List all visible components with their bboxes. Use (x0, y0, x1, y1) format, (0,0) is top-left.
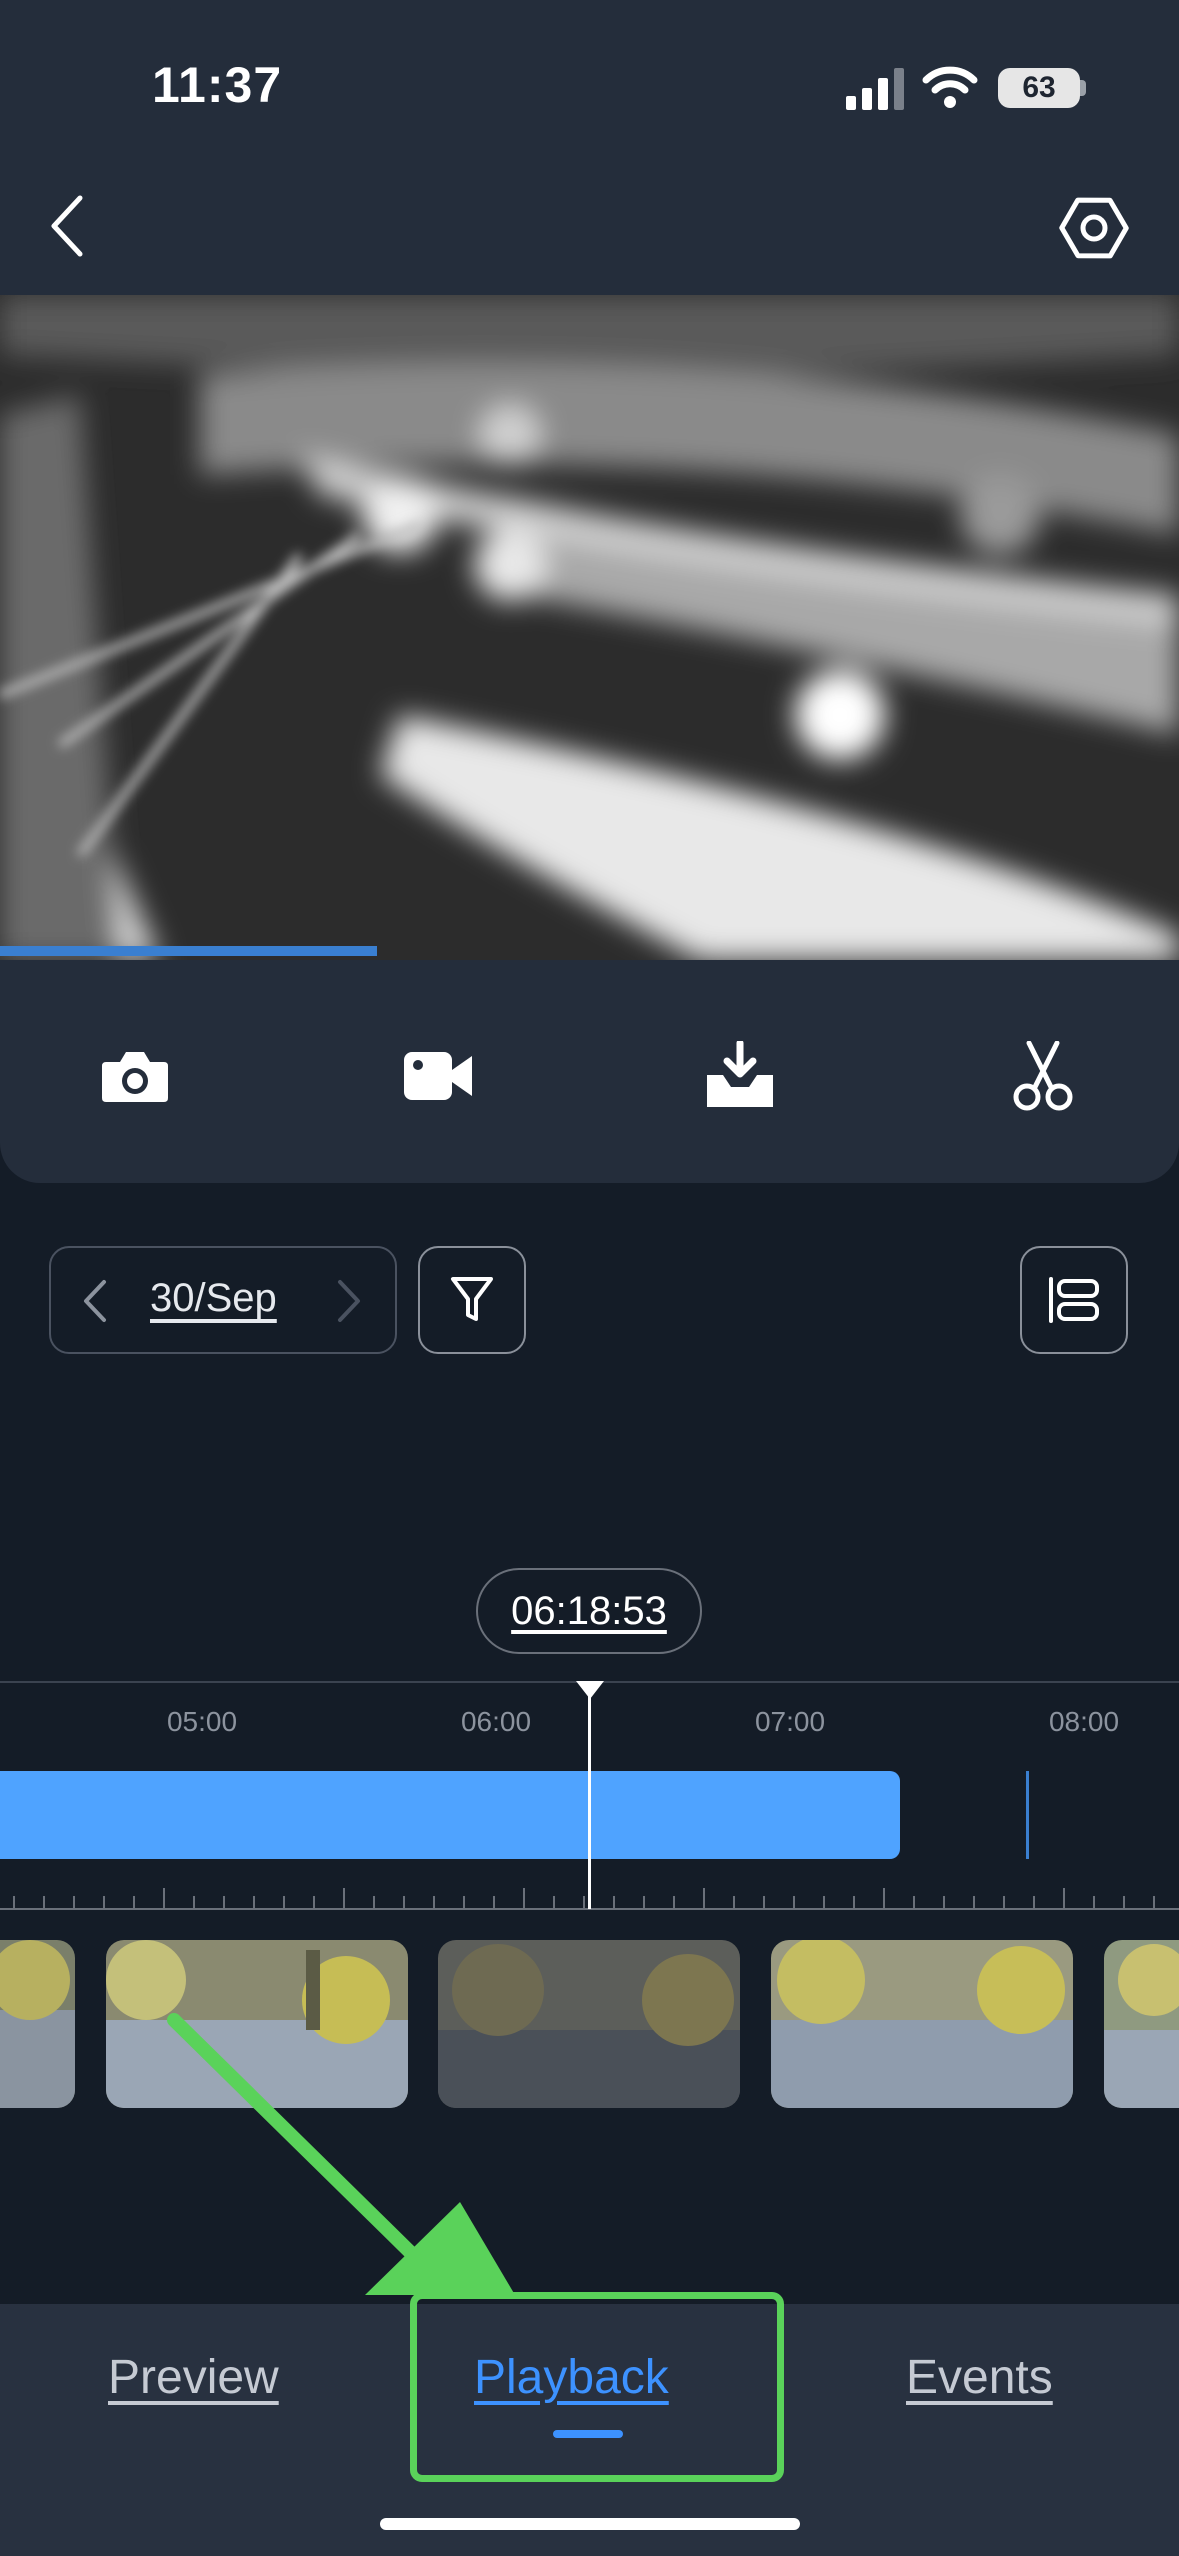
video-camera-icon (404, 1052, 472, 1100)
signal-icon (846, 68, 904, 110)
annotation-arrow (167, 2013, 515, 2295)
record-button[interactable] (388, 1026, 488, 1126)
thumbnail[interactable] (1104, 1940, 1179, 2108)
scissors-icon (1013, 1041, 1073, 1111)
download-icon (707, 1041, 773, 1107)
thumbnail[interactable] (771, 1940, 1073, 2108)
hexagon-settings-icon (1059, 197, 1129, 259)
playhead-marker (576, 1681, 604, 1699)
screenshot-button[interactable] (85, 1026, 185, 1126)
wifi-icon (922, 66, 978, 108)
filter-button[interactable] (418, 1246, 526, 1354)
thumbnail-image (771, 1940, 1073, 2108)
annotation-highlight-box (410, 2292, 784, 2482)
camera-icon (102, 1052, 168, 1102)
recording-segment[interactable] (0, 1771, 900, 1859)
list-view-icon (1049, 1277, 1099, 1323)
battery-level: 63 (1022, 71, 1056, 104)
prev-day-button[interactable] (80, 1278, 110, 1324)
video-progress-bar (0, 946, 377, 956)
video-player[interactable] (0, 295, 1179, 960)
playhead[interactable] (588, 1681, 591, 1909)
hour-label: 08:00 (1048, 1706, 1120, 1737)
filter-icon (451, 1277, 493, 1321)
current-time-display: 06:18:53 (476, 1568, 702, 1654)
hour-label: 06:00 (460, 1706, 532, 1737)
date-label[interactable]: 30/Sep (150, 1276, 277, 1321)
tab-events[interactable]: Events (906, 2350, 1053, 2405)
thumbnail[interactable] (0, 1940, 75, 2108)
recording-marker[interactable] (1026, 1771, 1029, 1859)
next-day-button[interactable] (334, 1278, 364, 1324)
video-frame (0, 295, 1179, 960)
battery-icon: 63 (998, 68, 1080, 108)
home-indicator (380, 2518, 800, 2530)
battery-cap (1080, 80, 1086, 96)
hour-label: 07:00 (754, 1706, 826, 1737)
settings-button[interactable] (1058, 192, 1130, 264)
current-time: 06:18:53 (511, 1589, 667, 1633)
clip-button[interactable] (993, 1026, 1093, 1126)
download-button[interactable] (690, 1026, 790, 1126)
status-time: 11:37 (152, 57, 283, 113)
thumbnail-image (1104, 1940, 1179, 2108)
view-toggle-button[interactable] (1020, 1246, 1128, 1354)
back-button[interactable] (44, 192, 94, 260)
thumbnail-image (0, 1940, 75, 2108)
tab-preview[interactable]: Preview (108, 2350, 279, 2405)
hour-label: 05:00 (166, 1706, 238, 1737)
